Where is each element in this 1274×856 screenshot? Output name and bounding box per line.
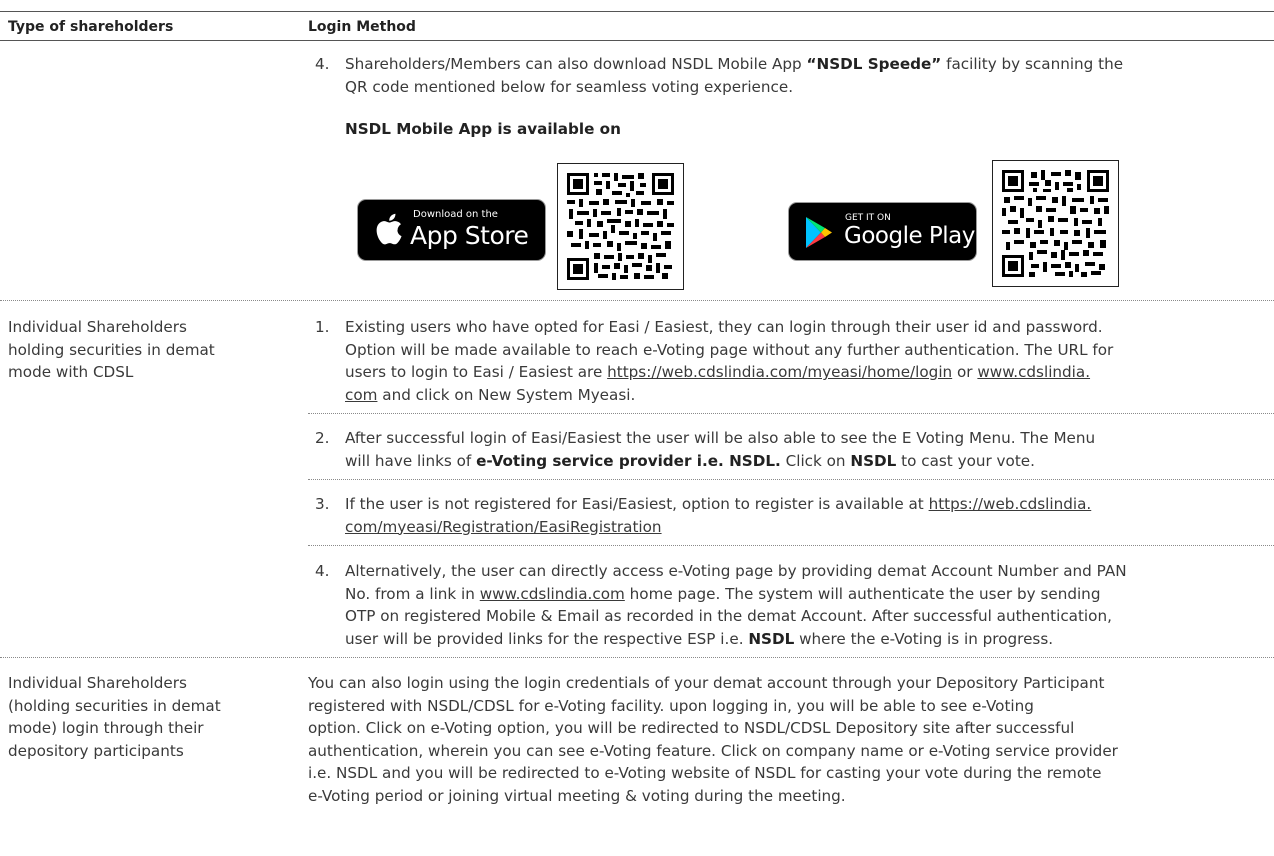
text-segment: Shareholders/Members can also download N… bbox=[345, 55, 807, 73]
bold-text: e-Voting service provider i.e. NSDL. bbox=[476, 451, 781, 470]
bold-text: NSDL bbox=[748, 629, 795, 648]
google-play-icon bbox=[806, 217, 832, 248]
text-segment: home page. The system will authenticate … bbox=[624, 584, 1101, 603]
app-store-small-text: Download on the bbox=[413, 209, 498, 220]
cdsl-item4-text: Alternatively, the user can directly acc… bbox=[345, 560, 1127, 650]
text-line: Option will be made available to reach e… bbox=[345, 340, 1114, 359]
app-available-text: NSDL Mobile App is available on bbox=[345, 120, 621, 138]
row-divider bbox=[308, 479, 1274, 480]
text-segment: and click on New System Myeasi. bbox=[377, 385, 636, 404]
cdsl-item3-text: If the user is not registered for Easi/E… bbox=[345, 493, 1091, 538]
app-available-heading: NSDL Mobile App is available on bbox=[345, 118, 621, 141]
text-segment: If the user is not registered for Easi/E… bbox=[345, 495, 929, 513]
qr-code-image bbox=[1002, 170, 1109, 277]
list-number: 3. bbox=[315, 495, 330, 513]
text-segment: to cast your vote. bbox=[896, 451, 1035, 470]
document-page: Type of shareholders Login Method 4. Sha… bbox=[0, 0, 1274, 856]
google-play-small-text: GET IT ON bbox=[845, 213, 891, 223]
google-play-badge[interactable]: GET IT ON Google Play bbox=[788, 202, 977, 261]
text-line: e-Voting period or joining virtual meeti… bbox=[308, 786, 846, 805]
text-line: Alternatively, the user can directly acc… bbox=[345, 562, 1127, 580]
row-divider bbox=[0, 300, 1274, 301]
label-line: Individual Shareholders bbox=[8, 318, 187, 336]
row-divider bbox=[308, 545, 1274, 546]
text-line: authentication, wherein you can see e-Vo… bbox=[308, 741, 1118, 760]
app-store-qr-code bbox=[557, 163, 684, 290]
text-segment: will have links of bbox=[345, 451, 477, 470]
text-line: option. Click on e-Voting option, you wi… bbox=[308, 719, 1075, 737]
bold-text: NSDL bbox=[850, 451, 897, 470]
label-line: (holding securities in demat bbox=[8, 696, 221, 715]
text-segment: user will be provided links for the resp… bbox=[345, 629, 749, 648]
nsdl-speede-label: “NSDL Speede” bbox=[806, 55, 942, 73]
label-line: mode with CDSL bbox=[8, 363, 134, 381]
cdslindia-home-link[interactable]: www.cdslindia.com bbox=[480, 585, 625, 603]
cdslindia-link[interactable]: www.cdslindia. bbox=[977, 363, 1090, 381]
list-number: 4. bbox=[315, 562, 330, 580]
google-play-label: Google Play bbox=[844, 223, 975, 249]
cdsl-item2-text: After successful login of Easi/Easiest t… bbox=[345, 427, 1095, 472]
row-divider bbox=[0, 657, 1274, 658]
text-line: QR code mentioned below for seamless vot… bbox=[345, 77, 794, 96]
text-line: i.e. NSDL and you will be redirected to … bbox=[308, 764, 1102, 782]
text-line: Existing users who have opted for Easi /… bbox=[345, 318, 1103, 336]
text-segment: users to login to Easi / Easiest are bbox=[345, 363, 608, 381]
apple-icon bbox=[376, 213, 402, 245]
text-line: After successful login of Easi/Easiest t… bbox=[345, 429, 1096, 447]
dp-row-label: Individual Shareholders (holding securit… bbox=[8, 672, 221, 762]
list-number: 2. bbox=[315, 429, 330, 447]
text-line: OTP on registered Mobile & Email as reco… bbox=[345, 607, 1112, 625]
label-line: Individual Shareholders bbox=[8, 674, 187, 692]
list-number: 1. bbox=[315, 318, 330, 336]
cdslindia-link-continued[interactable]: com bbox=[345, 386, 377, 404]
table-header: Type of shareholders Login Method bbox=[0, 11, 1274, 41]
dp-login-text: You can also login using the login crede… bbox=[308, 672, 1118, 807]
text-segment: or bbox=[952, 363, 978, 381]
easi-registration-link[interactable]: https://web.cdslindia. bbox=[929, 495, 1092, 513]
google-play-qr-code bbox=[992, 160, 1119, 287]
cdsl-row-label: Individual Shareholders holding securiti… bbox=[8, 316, 215, 384]
label-line: mode) login through their bbox=[8, 719, 204, 737]
cdsl-item1-text: Existing users who have opted for Easi /… bbox=[345, 316, 1113, 406]
text-segment: No. from a link in bbox=[345, 584, 480, 603]
qr-code-image bbox=[567, 173, 674, 280]
header-type-of-shareholders: Type of shareholders bbox=[8, 19, 174, 35]
label-line: depository participants bbox=[8, 741, 184, 760]
text-segment: where the e-Voting is in progress. bbox=[794, 629, 1054, 648]
easi-login-link[interactable]: https://web.cdslindia.com/myeasi/home/lo… bbox=[607, 363, 952, 381]
label-line: holding securities in demat bbox=[8, 340, 215, 359]
easi-registration-link-continued[interactable]: com/myeasi/Registration/EasiRegistration bbox=[345, 518, 662, 536]
nsdl-item4-text: Shareholders/Members can also download N… bbox=[345, 53, 1123, 98]
row-divider bbox=[308, 413, 1274, 414]
text-line: registered with NSDL/CDSL for e-Voting f… bbox=[308, 696, 1034, 715]
app-store-label: App Store bbox=[410, 221, 529, 250]
text-segment: Click on bbox=[780, 451, 851, 470]
app-store-badge[interactable]: Download on the App Store bbox=[357, 199, 546, 261]
list-number: 4. bbox=[315, 55, 330, 73]
header-login-method: Login Method bbox=[308, 19, 416, 35]
text-line: You can also login using the login crede… bbox=[308, 674, 1105, 692]
text-segment: facility by scanning the bbox=[941, 55, 1124, 73]
